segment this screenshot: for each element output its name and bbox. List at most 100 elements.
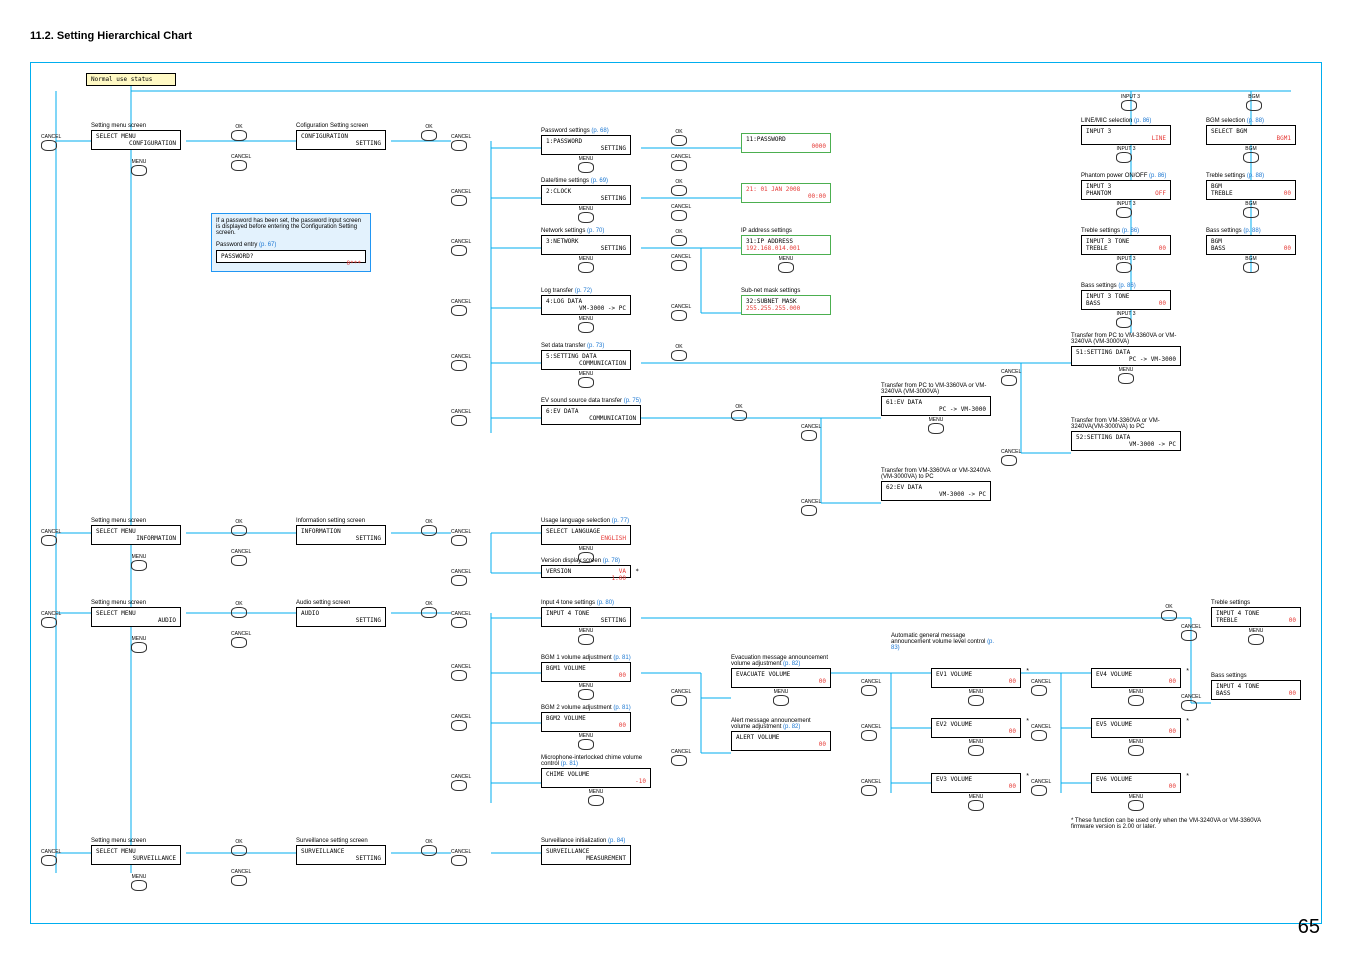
cancel-btn[interactable]: CANCEL [1001,368,1021,386]
cancel-btn[interactable]: CANCEL [451,568,471,586]
cancel-btn[interactable]: CANCEL [671,748,691,766]
bgm-btn[interactable]: BGM [1246,93,1262,111]
cancel-btn[interactable]: CANCEL [451,238,471,256]
cancel-btn[interactable]: CANCEL [1031,778,1051,796]
menu-btn[interactable]: MENU [131,158,147,176]
menu-btn[interactable]: MENU [588,789,604,806]
cancel-btn[interactable]: CANCEL [231,548,251,566]
ok-btn[interactable]: OK [421,518,437,536]
ev2-node: Transfer from VM-3360VA or VM-3240VA (VM… [881,468,991,501]
ok-btn[interactable]: OK [231,600,247,618]
menu-btn[interactable]: MENU [578,683,594,700]
cancel-btn[interactable]: CANCEL [41,848,61,866]
in3-bass: Bass settings (p. 86) INPUT 3 TONEBASS 0… [1081,283,1171,328]
menu-btn[interactable]: MENU [578,371,594,388]
ok-btn[interactable]: OK [421,600,437,618]
ok-btn[interactable]: OK [231,123,247,141]
bgm-btn[interactable]: BGM [1243,256,1259,273]
menu-btn[interactable]: MENU [1248,628,1264,645]
cancel-btn[interactable]: CANCEL [861,723,881,741]
ev4-vol: EV4 VOLUME00*MENU [1091,668,1181,706]
cancel-btn[interactable]: CANCEL [1181,623,1201,641]
ok-btn[interactable]: OK [671,178,687,196]
menu-btn[interactable]: MENU [1128,794,1144,811]
ok-btn[interactable]: OK [231,838,247,856]
input3-btn[interactable]: INPUT 3 [1116,256,1135,273]
cancel-btn[interactable]: CANCEL [451,353,471,371]
cancel-btn[interactable]: CANCEL [1031,723,1051,741]
ok-btn[interactable]: OK [671,343,687,361]
menu-btn[interactable]: MENU [778,256,794,273]
bgm-btn[interactable]: BGM [1243,146,1259,163]
menu-btn[interactable]: MENU [928,417,944,434]
ok-btn[interactable]: OK [671,228,687,246]
cancel-btn[interactable]: CANCEL [1181,693,1201,711]
input3-btn[interactable]: INPUT 3 [1116,201,1135,218]
cancel-btn[interactable]: CANCEL [451,610,471,628]
menu-btn[interactable]: MENU [578,256,594,273]
cancel-btn[interactable]: CANCEL [1001,448,1021,466]
ok-btn[interactable]: OK [1161,603,1177,621]
cancel-btn[interactable]: CANCEL [671,203,691,221]
menu-btn[interactable]: MENU [968,739,984,756]
menu-btn[interactable]: MENU [968,794,984,811]
cancel-btn[interactable]: CANCEL [231,630,251,648]
cancel-btn[interactable]: CANCEL [451,848,471,866]
ok-btn[interactable]: OK [421,838,437,856]
cancel-btn[interactable]: CANCEL [451,188,471,206]
input3-btn[interactable]: INPUT 3 [1116,146,1135,163]
ok-btn[interactable]: OK [671,128,687,146]
in4-treble: Treble settings INPUT 4 TONETREBLE 00 ME… [1211,600,1301,645]
menu-btn[interactable]: MENU [1118,367,1134,384]
in3-phantom: Phantom power ON/OFF (p. 86) INPUT 3PHAN… [1081,173,1171,218]
ev-node: EV sound source data transfer (p. 75) 6:… [541,398,641,425]
cancel-btn[interactable]: CANCEL [41,528,61,546]
menu-btn[interactable]: MENU [131,873,147,891]
cancel-btn[interactable]: CANCEL [671,688,691,706]
cancel-btn[interactable]: CANCEL [671,153,691,171]
cancel-btn[interactable]: CANCEL [451,528,471,546]
cancel-btn[interactable]: CANCEL [451,408,471,426]
menu-btn[interactable]: MENU [1128,689,1144,706]
menu-btn[interactable]: MENU [1128,739,1144,756]
config-screen: Cofiguration Setting screen CONFIGURATIO… [296,123,386,150]
cancel-btn[interactable]: CANCEL [451,298,471,316]
ev6-vol: EV6 VOLUME00*MENU [1091,773,1181,811]
log-node: Log transfer (p. 72) 4:LOG DATAVM-3000 -… [541,288,631,333]
cancel-btn[interactable]: CANCEL [451,773,471,791]
menu-btn[interactable]: MENU [773,689,789,706]
cancel-btn[interactable]: CANCEL [41,133,61,151]
cancel-btn[interactable]: CANCEL [451,713,471,731]
cancel-btn[interactable]: CANCEL [41,610,61,628]
menu-btn[interactable]: MENU [968,689,984,706]
cancel-btn[interactable]: CANCEL [671,253,691,271]
cancel-btn[interactable]: CANCEL [1031,678,1051,696]
menu-btn[interactable]: MENU [131,553,147,571]
cancel-btn[interactable]: CANCEL [671,303,691,321]
clock-value: 21: 01 JAN 200800:00 [741,183,831,203]
input3-btn[interactable]: INPUT 3 [1121,93,1140,111]
cancel-btn[interactable]: CANCEL [451,663,471,681]
ev5-vol: EV5 VOLUME00*MENU [1091,718,1181,756]
menu-btn[interactable]: MENU [578,628,594,645]
menu-btn[interactable]: MENU [578,206,594,223]
menu-btn[interactable]: MENU [131,635,147,653]
ev1-vol: EV1 VOLUME00*MENU [931,668,1021,706]
ok-btn[interactable]: OK [421,123,437,141]
menu-btn[interactable]: MENU [578,733,594,750]
cancel-btn[interactable]: CANCEL [801,498,821,516]
cancel-btn[interactable]: CANCEL [231,868,251,886]
ok-btn[interactable]: OK [231,518,247,536]
cancel-btn[interactable]: CANCEL [231,153,251,171]
cancel-btn[interactable]: CANCEL [861,778,881,796]
ok-btn[interactable]: OK [731,403,747,421]
bgm1-node: BGM 1 volume adjustment (p. 81) BGM1 VOL… [541,655,631,700]
menu-btn[interactable]: MENU [578,156,594,173]
cancel-btn[interactable]: CANCEL [801,423,821,441]
cancel-btn[interactable]: CANCEL [451,133,471,151]
cancel-btn[interactable]: CANCEL [861,678,881,696]
bgm2-node: BGM 2 volume adjustment (p. 81) BGM2 VOL… [541,705,631,750]
input3-btn[interactable]: INPUT 3 [1116,311,1135,328]
bgm-btn[interactable]: BGM [1243,201,1259,218]
menu-btn[interactable]: MENU [578,316,594,333]
